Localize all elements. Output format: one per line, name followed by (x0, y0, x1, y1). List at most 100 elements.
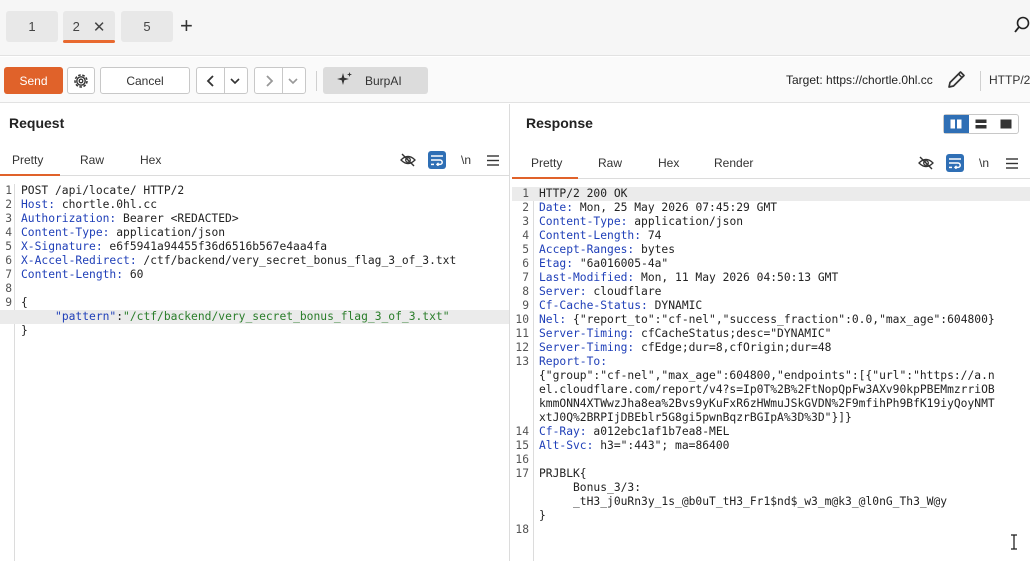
eye-off-icon[interactable] (917, 154, 935, 172)
header-name: Accept-Ranges: (539, 243, 635, 256)
split-vertical-icon[interactable] (944, 115, 969, 133)
code-line[interactable]: 7 Content-Length: 60 (0, 268, 509, 282)
history-back-group (196, 67, 248, 94)
cancel-button[interactable]: Cancel (100, 67, 190, 94)
code-line[interactable]: 9{ (0, 296, 509, 310)
code-line[interactable]: 4 Content-Type: application/json (0, 226, 509, 240)
code-line[interactable]: 4 Content-Length: 74 (512, 229, 1030, 243)
chevron-down-icon[interactable] (282, 68, 303, 93)
plus-icon[interactable]: + (180, 13, 193, 39)
tab-hex[interactable]: Hex (140, 153, 161, 167)
code-text: Server-Timing: cfCacheStatus;desc="DYNAM… (539, 327, 831, 341)
code-line[interactable]: 1 HTTP/2 200 OK (512, 187, 1030, 201)
code-text: X-Signature: e6f5941a94455f36d6516b567e4… (21, 240, 327, 254)
code-line[interactable]: 7 Last-Modified: Mon, 11 May 2026 04:50:1… (512, 271, 1030, 285)
menu-icon[interactable] (484, 151, 502, 169)
code-line[interactable]: {"group":"cf-nel","max_age":604800,"endp… (512, 369, 1030, 383)
code-line[interactable]: 8 Server: cloudflare (512, 285, 1030, 299)
code-text: kmmONN4XTWwzJha8ea%2Bvs9yKuFxR6zHWmuJSkG… (539, 397, 995, 411)
chevron-right-icon[interactable] (255, 68, 282, 93)
code-line[interactable]: 3 Content-Type: application/json (512, 215, 1030, 229)
target-display[interactable]: Target: https://chortle.0hl.cc (786, 73, 933, 87)
code-line[interactable]: 17 PRJBLK{ (512, 467, 1030, 481)
code-token: h3=":443"; ma=86400 (593, 439, 730, 452)
code-text: Date: Mon, 25 May 2026 07:45:29 GMT (539, 201, 777, 215)
tab-pretty[interactable]: Pretty (12, 153, 43, 167)
code-line[interactable]: xtJ0Q%2BRPIjDBEblr5G8gi5pwnBqzrBGIpA%3D%… (512, 411, 1030, 425)
split-horizontal-icon[interactable] (969, 115, 994, 133)
code-line[interactable]: 11 Server-Timing: cfCacheStatus;desc="DYN… (512, 327, 1030, 341)
code-text: Cf-Ray: a012ebc1af1b7ea8-MEL (539, 425, 729, 439)
wrap-icon[interactable] (428, 151, 446, 169)
code-text: Server-Timing: cfEdge;dur=8,cfOrigin;dur… (539, 341, 831, 355)
code-line[interactable]: 14 Cf-Ray: a012ebc1af1b7ea8-MEL (512, 425, 1030, 439)
code-line[interactable]: 1 POST /api/locate/ HTTP/2 (0, 184, 509, 198)
newline-toggle[interactable]: \n (457, 151, 475, 169)
active-subtab-indicator (512, 177, 578, 179)
send-button[interactable]: Send (4, 67, 63, 94)
target-url: https://chortle.0hl.cc (826, 73, 933, 87)
newline-toggle[interactable]: \n (975, 154, 993, 172)
eye-off-icon[interactable] (399, 151, 417, 169)
code-line[interactable]: "pattern":"/ctf/backend/very_secret_bonu… (0, 310, 509, 324)
gear-icon[interactable] (67, 67, 95, 94)
code-line[interactable]: } (0, 324, 509, 338)
code-text: Authorization: Bearer <REDACTED> (21, 212, 239, 226)
code-line[interactable]: _tH3_j0uRn3y_1s_@b0uT_tH3_Fr1$nd$_w3_m@k… (512, 495, 1030, 509)
code-line[interactable]: 6 X-Accel-Redirect: /ctf/backend/very_sec… (0, 254, 509, 268)
code-token: Mon, 25 May 2026 07:45:29 GMT (573, 201, 778, 214)
burpai-button[interactable]: BurpAI (323, 67, 428, 94)
code-line[interactable]: 6 Etag: "6a016005-4a" (512, 257, 1030, 271)
toolbar: Send Cancel BurpAI Target: https://chort… (0, 57, 1030, 103)
code-line[interactable]: kmmONN4XTWwzJha8ea%2Bvs9yKuFxR6zHWmuJSkG… (512, 397, 1030, 411)
code-token: } (21, 324, 28, 337)
code-line[interactable]: el.cloudflare.com/report/v4?s=Ip0T%2B%2F… (512, 383, 1030, 397)
tab-pretty[interactable]: Pretty (531, 156, 562, 170)
code-text: { (21, 296, 28, 310)
tab-raw[interactable]: Raw (598, 156, 622, 170)
code-token: Bonus_3/3: (539, 481, 642, 494)
code-text: HTTP/2 200 OK (539, 187, 627, 201)
line-number: 4 (5, 226, 12, 239)
single-pane-icon[interactable] (993, 115, 1018, 133)
header-name: Cf-Ray: (539, 425, 587, 438)
response-editor[interactable]: 1 HTTP/2 200 OK 2 Date: Mon, 25 May 2026 07… (512, 187, 1030, 561)
code-line[interactable]: 18 (512, 523, 1030, 537)
code-line[interactable]: } (512, 509, 1030, 523)
code-token: 60 (123, 268, 144, 281)
tab-2[interactable]: 2 ✕ (63, 11, 115, 43)
code-line[interactable]: 13 Report-To: (512, 355, 1030, 369)
code-line[interactable]: 15 Alt-Svc: h3=":443"; ma=86400 (512, 439, 1030, 453)
http-version[interactable]: HTTP/2 (989, 73, 1030, 87)
history-forward-group (254, 67, 306, 94)
tab-1[interactable]: 1 (6, 11, 58, 42)
code-line[interactable]: Bonus_3/3: (512, 481, 1030, 495)
code-line[interactable]: 10 Nel: {"report_to":"cf-nel","success_fr… (512, 313, 1030, 327)
tab-raw[interactable]: Raw (80, 153, 104, 167)
menu-icon[interactable] (1003, 154, 1021, 172)
tab-5[interactable]: 5 (121, 11, 173, 42)
code-line[interactable]: 12 Server-Timing: cfEdge;dur=8,cfOrigin;d… (512, 341, 1030, 355)
code-line[interactable]: 2 Host: chortle.0hl.cc (0, 198, 509, 212)
tab-render[interactable]: Render (714, 156, 753, 170)
chevron-down-icon[interactable] (224, 68, 245, 93)
request-editor[interactable]: 1 POST /api/locate/ HTTP/2 2 Host: chortle.… (0, 184, 509, 561)
close-icon[interactable]: ✕ (93, 18, 106, 36)
target-label: Target: (786, 73, 823, 87)
code-line[interactable]: 2 Date: Mon, 25 May 2026 07:45:29 GMT (512, 201, 1030, 215)
code-line[interactable]: 5 Accept-Ranges: bytes (512, 243, 1030, 257)
search-icon[interactable] (1014, 16, 1030, 39)
chevron-left-icon[interactable] (197, 68, 224, 93)
code-line[interactable]: 8 (0, 282, 509, 296)
code-line[interactable]: 3 Authorization: Bearer <REDACTED> (0, 212, 509, 226)
wrap-icon[interactable] (946, 154, 964, 172)
code-text: Bonus_3/3: (539, 481, 641, 495)
code-text: Server: cloudflare (539, 285, 661, 299)
tab-hex[interactable]: Hex (658, 156, 679, 170)
code-line[interactable]: 5 X-Signature: e6f5941a94455f36d6516b567e… (0, 240, 509, 254)
code-line[interactable]: 9 Cf-Cache-Status: DYNAMIC (512, 299, 1030, 313)
code-line[interactable]: 16 (512, 453, 1030, 467)
header-name: Server-Timing: (539, 327, 635, 340)
pencil-icon[interactable] (945, 69, 967, 96)
header-name: Server-Timing: (539, 341, 635, 354)
